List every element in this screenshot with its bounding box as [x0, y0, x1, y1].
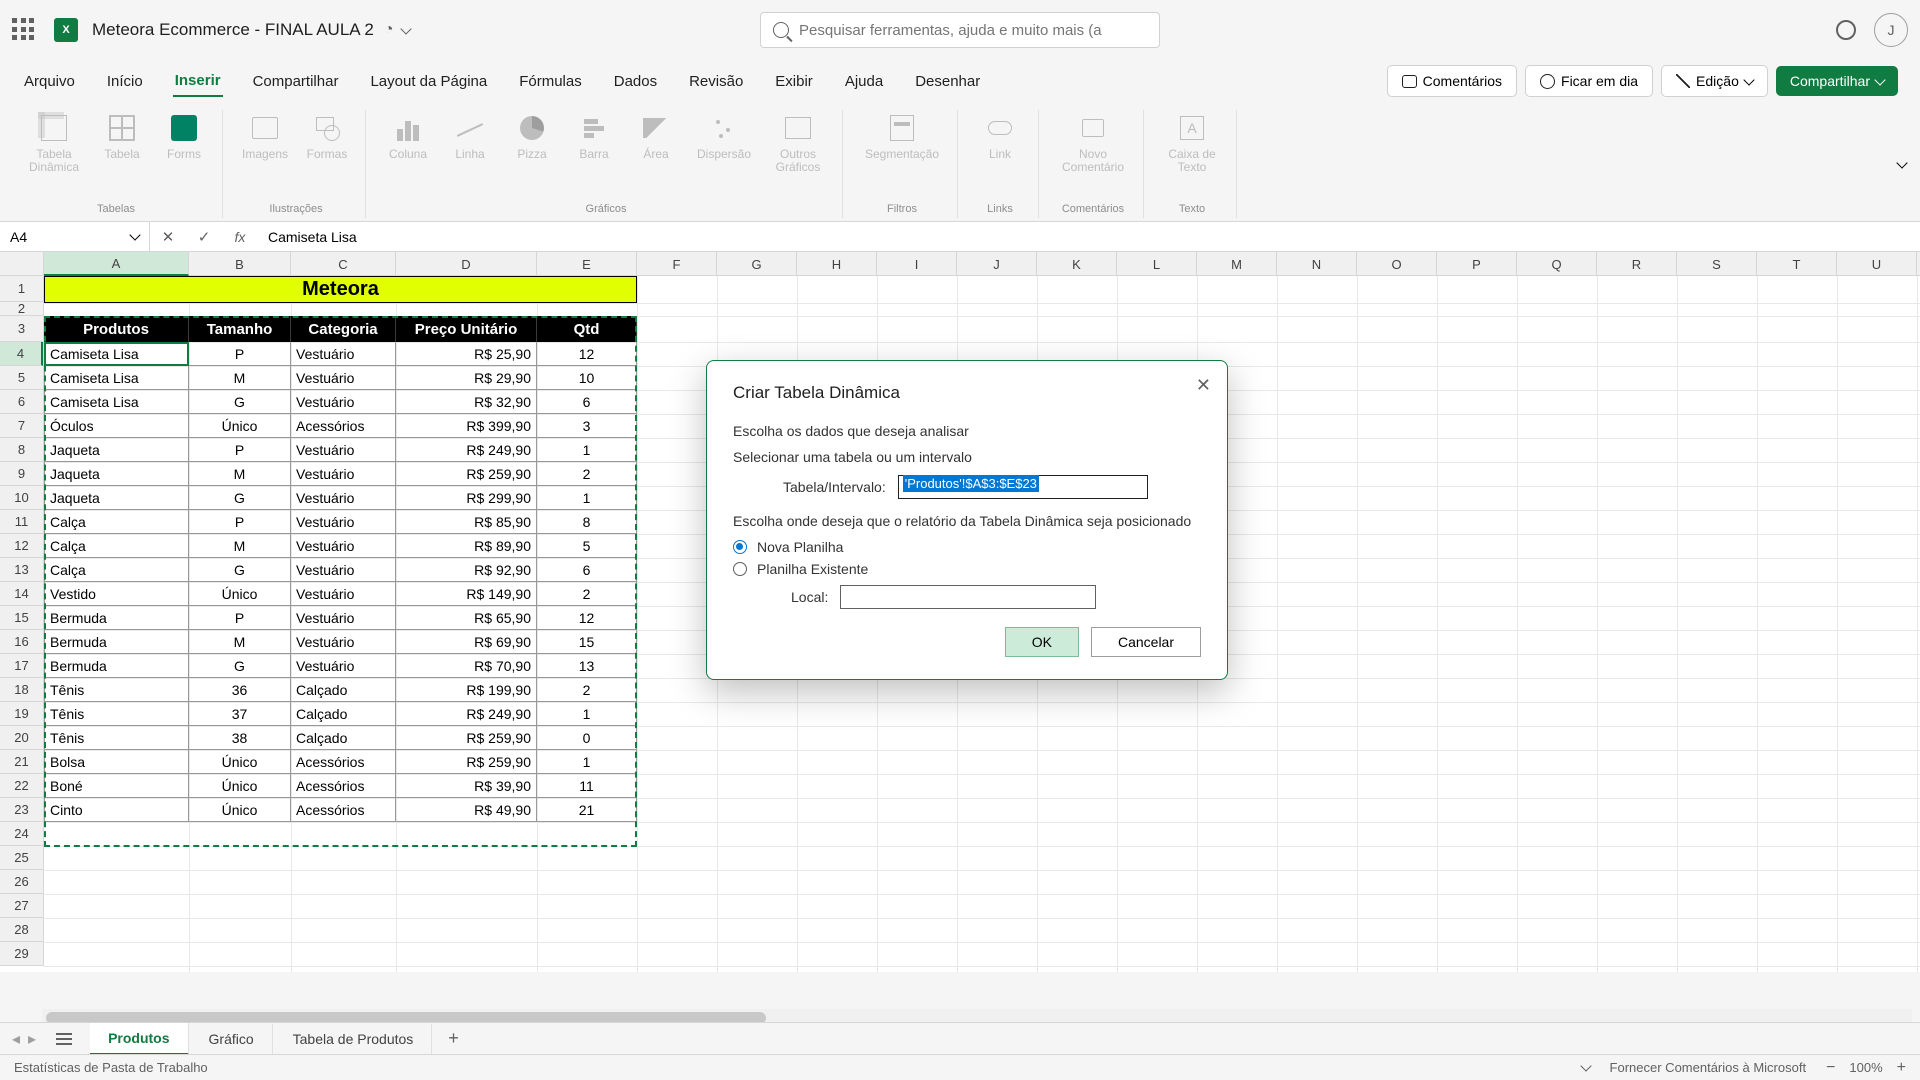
local-input[interactable]	[840, 585, 1096, 609]
dialog-title: Criar Tabela Dinâmica	[733, 383, 1201, 403]
dialog-position-label: Escolha onde deseja que o relatório da T…	[733, 513, 1201, 529]
radio-icon	[733, 540, 747, 554]
close-icon[interactable]: ✕	[1196, 375, 1211, 396]
radio-new-sheet[interactable]: Nova Planilha	[733, 539, 1201, 555]
local-label: Local:	[791, 589, 828, 605]
range-input[interactable]: 'Produtos'!$A$3:$E$23	[898, 475, 1148, 499]
dialog-analyze-label: Escolha os dados que deseja analisar	[733, 423, 1201, 439]
radio-existing-sheet[interactable]: Planilha Existente	[733, 561, 1201, 577]
radio-icon	[733, 562, 747, 576]
dialog-backdrop: Criar Tabela Dinâmica ✕ Escolha os dados…	[0, 0, 1920, 1080]
ok-button[interactable]: OK	[1005, 627, 1079, 657]
range-label: Tabela/Intervalo:	[783, 479, 886, 495]
dialog-select-label: Selecionar uma tabela ou um intervalo	[733, 449, 1201, 465]
cancel-button[interactable]: Cancelar	[1091, 627, 1201, 657]
create-pivot-dialog: Criar Tabela Dinâmica ✕ Escolha os dados…	[706, 360, 1228, 680]
